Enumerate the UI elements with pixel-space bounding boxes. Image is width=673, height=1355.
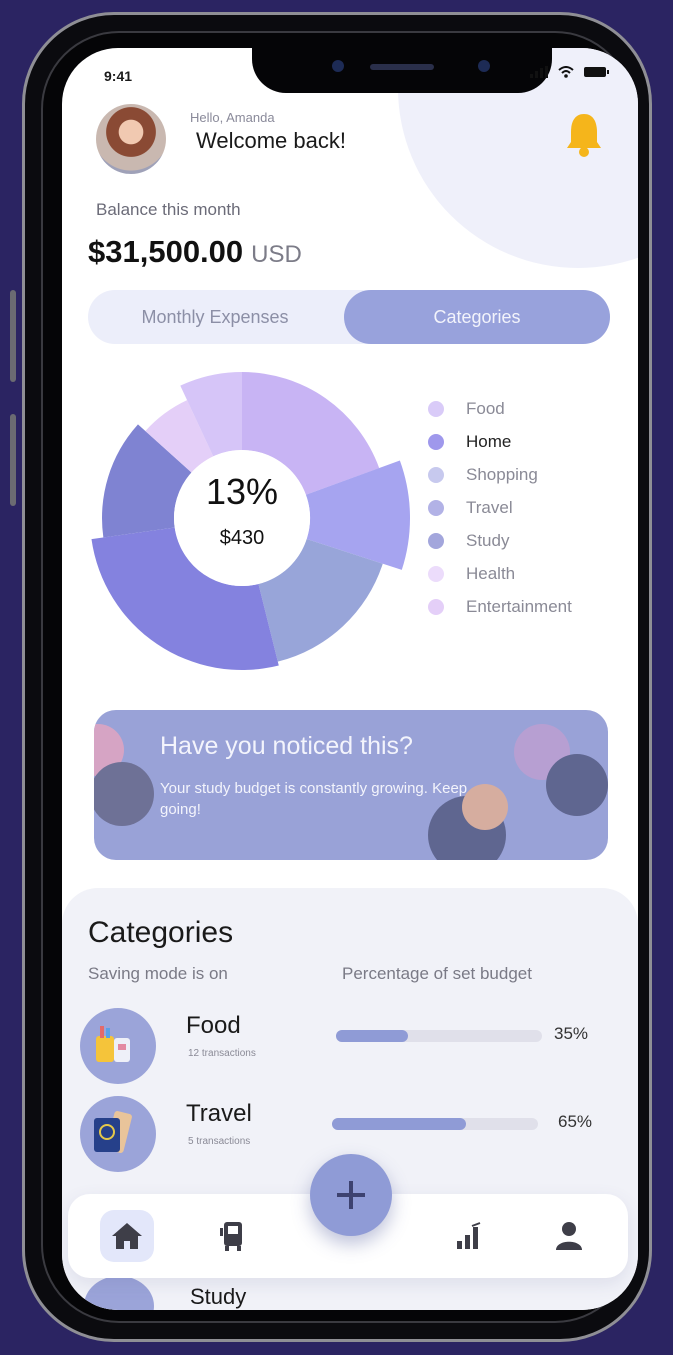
status-icons bbox=[530, 66, 610, 78]
legend-item[interactable]: Entertainment bbox=[428, 590, 572, 623]
avatar[interactable] bbox=[96, 104, 166, 174]
travel-icon bbox=[80, 1096, 156, 1172]
legend-dot bbox=[428, 400, 444, 417]
insight-card[interactable]: Have you noticed this? Your study budget… bbox=[94, 710, 608, 860]
budget-progress-fill bbox=[332, 1118, 466, 1130]
nav-stats[interactable] bbox=[442, 1210, 496, 1262]
welcome-title: Welcome back! bbox=[196, 128, 346, 153]
insight-text: Your study budget is constantly growing.… bbox=[160, 780, 468, 818]
greeting-text: Hello, Amanda bbox=[190, 110, 275, 125]
legend-item[interactable]: Shopping bbox=[428, 458, 572, 491]
tab-categories[interactable]: Categories bbox=[344, 290, 610, 344]
insight-title: Have you noticed this? bbox=[160, 732, 413, 760]
bell-icon[interactable] bbox=[564, 110, 604, 158]
legend-dot bbox=[428, 598, 444, 615]
decor-circle bbox=[546, 754, 608, 816]
balance-amount: $31,500.00 USD bbox=[88, 234, 302, 270]
legend-label: Home bbox=[466, 431, 512, 451]
profile-icon bbox=[556, 1222, 582, 1250]
home-icon bbox=[112, 1223, 142, 1249]
legend-label: Travel bbox=[466, 497, 513, 517]
legend-item[interactable]: Home bbox=[428, 425, 572, 458]
legend-dot bbox=[428, 532, 444, 549]
decor-circle bbox=[94, 762, 154, 826]
legend-item[interactable]: Food bbox=[428, 392, 572, 425]
legend-dot bbox=[428, 433, 444, 450]
tab-monthly-expenses[interactable]: Monthly Expenses bbox=[88, 290, 342, 344]
balance-currency: USD bbox=[251, 241, 302, 268]
budget-progress-bar bbox=[336, 1030, 542, 1042]
legend-item[interactable]: Travel bbox=[428, 491, 572, 524]
budget-column-header: Percentage of set budget bbox=[342, 964, 532, 983]
legend-dot bbox=[428, 499, 444, 516]
plus-icon bbox=[337, 1181, 365, 1209]
budget-progress-fill bbox=[336, 1030, 409, 1042]
nav-transport[interactable] bbox=[206, 1210, 260, 1262]
legend-dot bbox=[428, 565, 444, 582]
food-icon bbox=[80, 1008, 156, 1084]
app-screen: 9:41 Hello, Amanda Welcome back! Balance… bbox=[62, 48, 638, 1310]
budget-progress-bar bbox=[332, 1118, 538, 1130]
legend-label: Food bbox=[466, 398, 505, 418]
nav-profile[interactable] bbox=[542, 1210, 596, 1262]
category-row-food[interactable]: Food 12 transactions 35% bbox=[80, 1008, 620, 1088]
legend-label: Shopping bbox=[466, 464, 538, 484]
notch bbox=[252, 48, 552, 93]
battery-icon bbox=[584, 67, 609, 77]
transport-icon bbox=[220, 1222, 242, 1251]
category-name: Food bbox=[186, 1012, 241, 1039]
volume-button bbox=[10, 414, 16, 506]
nav-home[interactable] bbox=[100, 1210, 154, 1262]
pie-center-percent: 13% bbox=[206, 471, 278, 512]
pie-center-amount: $430 bbox=[220, 527, 265, 549]
legend-label: Study bbox=[466, 530, 510, 550]
category-name: Travel bbox=[186, 1100, 252, 1127]
legend-label: Entertainment bbox=[466, 596, 572, 616]
balance-label: Balance this month bbox=[96, 200, 241, 219]
legend-item[interactable]: Study bbox=[428, 524, 572, 557]
volume-button bbox=[10, 290, 16, 382]
wifi-icon bbox=[558, 66, 574, 78]
category-name: Study bbox=[190, 1284, 247, 1309]
transaction-count: 12 transactions bbox=[188, 1048, 256, 1059]
saving-mode-text: Saving mode is on bbox=[88, 964, 228, 983]
category-pie-chart[interactable]: 13% $430 bbox=[82, 354, 422, 684]
stats-icon bbox=[457, 1222, 481, 1249]
legend-dot bbox=[428, 466, 444, 483]
signal-icon bbox=[530, 66, 548, 78]
add-button[interactable] bbox=[310, 1154, 392, 1236]
balance-value: $31,500.00 bbox=[88, 234, 244, 269]
categories-title: Categories bbox=[88, 916, 234, 949]
tab-switcher: Monthly Expenses Categories bbox=[88, 290, 610, 344]
legend-label: Health bbox=[466, 563, 516, 583]
budget-percent: 35% bbox=[554, 1024, 589, 1043]
sensor-icon bbox=[478, 60, 490, 72]
speaker-grille bbox=[370, 64, 434, 70]
budget-percent: 65% bbox=[558, 1112, 593, 1131]
status-time: 9:41 bbox=[104, 68, 133, 84]
camera-icon bbox=[332, 60, 344, 72]
chart-legend: Food Home Shopping Travel Study Health Enterta… bbox=[428, 392, 572, 623]
transaction-count: 5 transactions bbox=[188, 1136, 251, 1147]
legend-item[interactable]: Health bbox=[428, 557, 572, 590]
